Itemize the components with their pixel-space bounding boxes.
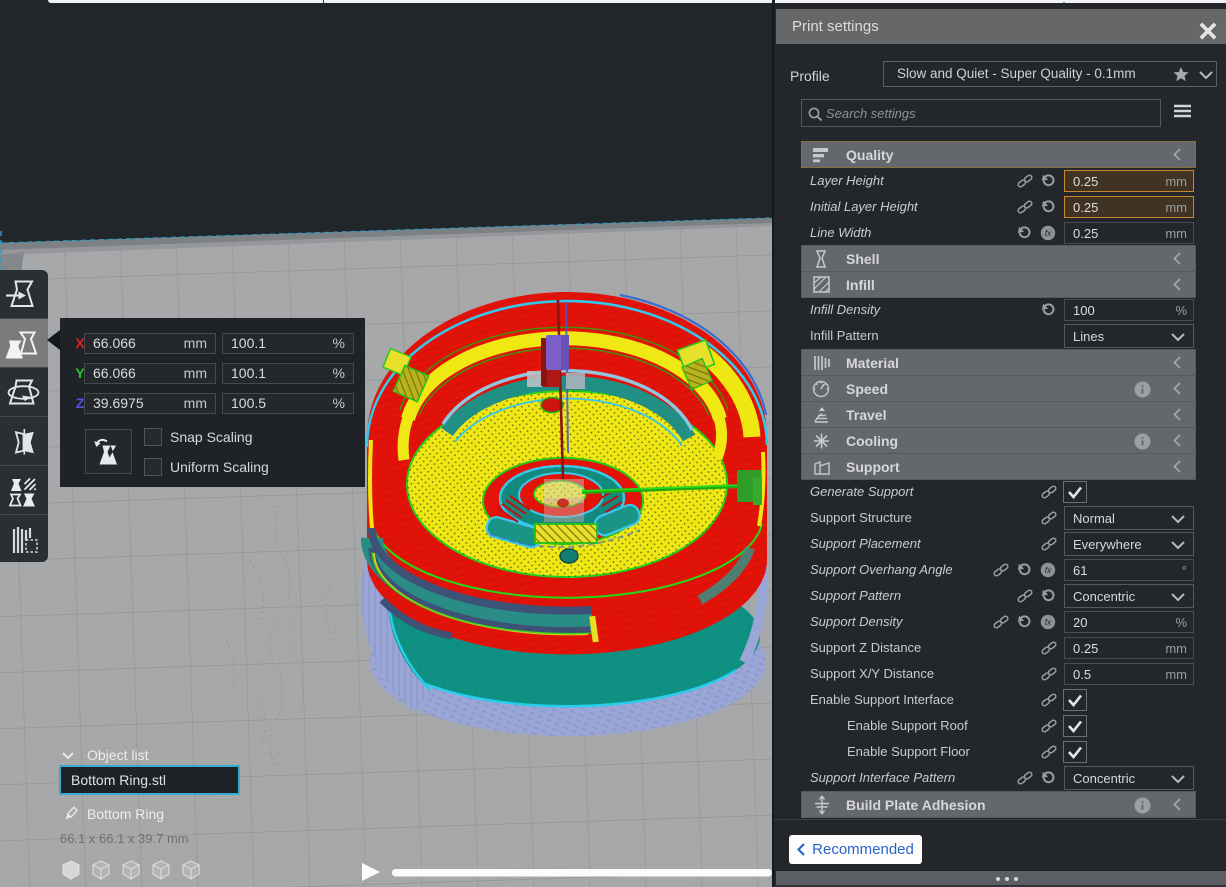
svg-text:fx: fx [1045,565,1052,575]
svg-text:fx: fx [1045,617,1052,627]
svg-text:fx: fx [1045,228,1052,238]
